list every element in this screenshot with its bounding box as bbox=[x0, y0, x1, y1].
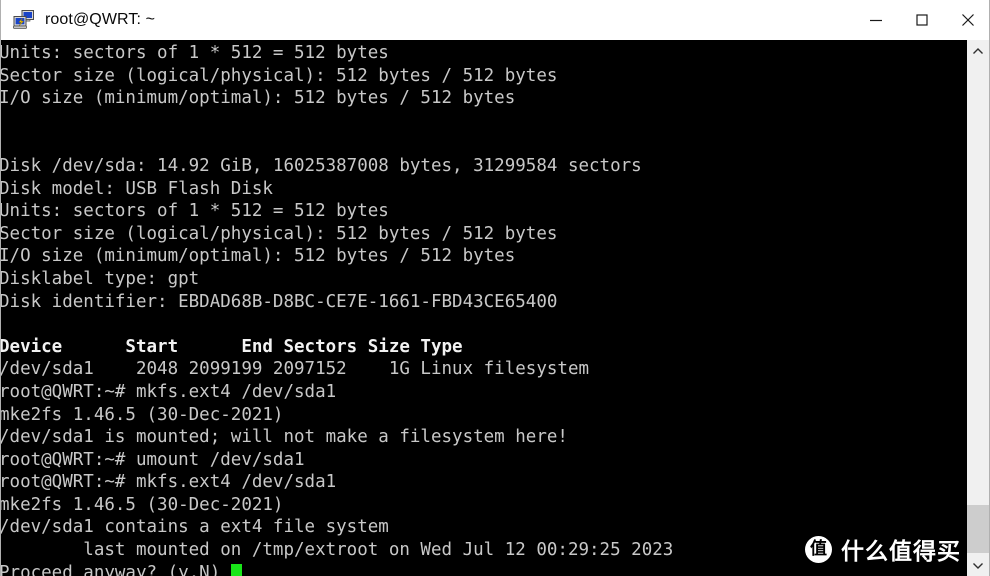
terminal-line: root@QWRT:~# mkfs.ext4 /dev/sda1 bbox=[1, 472, 337, 493]
terminal-window: root@QWRT: ~ Units: sectors of 1 * 512 =… bbox=[0, 0, 990, 576]
window-title: root@QWRT: ~ bbox=[45, 11, 156, 28]
title-bar: root@QWRT: ~ bbox=[1, 0, 989, 41]
terminal-line: last mounted on /tmp/extroot on Wed Jul … bbox=[1, 540, 674, 561]
terminal-text-buffer: Units: sectors of 1 * 512 = 512 bytes Sec… bbox=[1, 42, 673, 576]
terminal-line: Device Start End Sectors Size Type bbox=[1, 336, 463, 357]
text-cursor bbox=[230, 563, 242, 576]
terminal-line: /dev/sda1 contains a ext4 file system bbox=[1, 517, 389, 538]
terminal-line: Units: sectors of 1 * 512 = 512 bytes bbox=[1, 201, 389, 222]
minimize-button[interactable] bbox=[853, 0, 899, 40]
maximize-button[interactable] bbox=[899, 0, 945, 40]
terminal-line: I/O size (minimum/optimal): 512 bytes / … bbox=[1, 88, 516, 109]
terminal-line: Sector size (logical/physical): 512 byte… bbox=[1, 65, 558, 86]
terminal-line: mke2fs 1.46.5 (30-Dec-2021) bbox=[1, 404, 284, 425]
terminal-line: Disk model: USB Flash Disk bbox=[1, 178, 273, 199]
terminal-line: mke2fs 1.46.5 (30-Dec-2021) bbox=[1, 494, 284, 515]
scrollbar-track[interactable] bbox=[967, 62, 989, 554]
terminal-line: Disk identifier: EBDAD68B-D8BC-CE7E-1661… bbox=[1, 291, 558, 312]
terminal-line: Units: sectors of 1 * 512 = 512 bytes bbox=[1, 43, 389, 63]
terminal-prompt-line: Proceed anyway? (y,N) bbox=[1, 562, 673, 576]
close-button[interactable] bbox=[945, 0, 989, 40]
title-bar-left: root@QWRT: ~ bbox=[1, 10, 853, 30]
terminal-line: /dev/sda1 is mounted; will not make a fi… bbox=[1, 427, 568, 448]
chevron-down-icon[interactable] bbox=[967, 554, 989, 576]
terminal-line: Disklabel type: gpt bbox=[1, 268, 200, 289]
terminal-screen[interactable]: Units: sectors of 1 * 512 = 512 bytes Sec… bbox=[1, 40, 989, 576]
vertical-scrollbar[interactable] bbox=[966, 40, 989, 576]
putty-computer-icon bbox=[13, 10, 35, 30]
terminal-line: Disk /dev/sda: 14.92 GiB, 16025387008 by… bbox=[1, 155, 642, 176]
terminal-line: /dev/sda1 2048 2099199 2097152 1G Linux … bbox=[1, 359, 590, 380]
chevron-up-icon[interactable] bbox=[967, 40, 989, 62]
prompt-text: Proceed anyway? (y,N) bbox=[1, 562, 231, 576]
terminal-line: root@QWRT:~# umount /dev/sda1 bbox=[1, 449, 305, 470]
terminal-output[interactable]: Units: sectors of 1 * 512 = 512 bytes Sec… bbox=[1, 40, 969, 576]
terminal-line: I/O size (minimum/optimal): 512 bytes / … bbox=[1, 246, 516, 267]
terminal-line: Sector size (logical/physical): 512 byte… bbox=[1, 223, 558, 244]
terminal-line: root@QWRT:~# mkfs.ext4 /dev/sda1 bbox=[1, 381, 337, 402]
scrollbar-thumb[interactable] bbox=[967, 505, 989, 553]
